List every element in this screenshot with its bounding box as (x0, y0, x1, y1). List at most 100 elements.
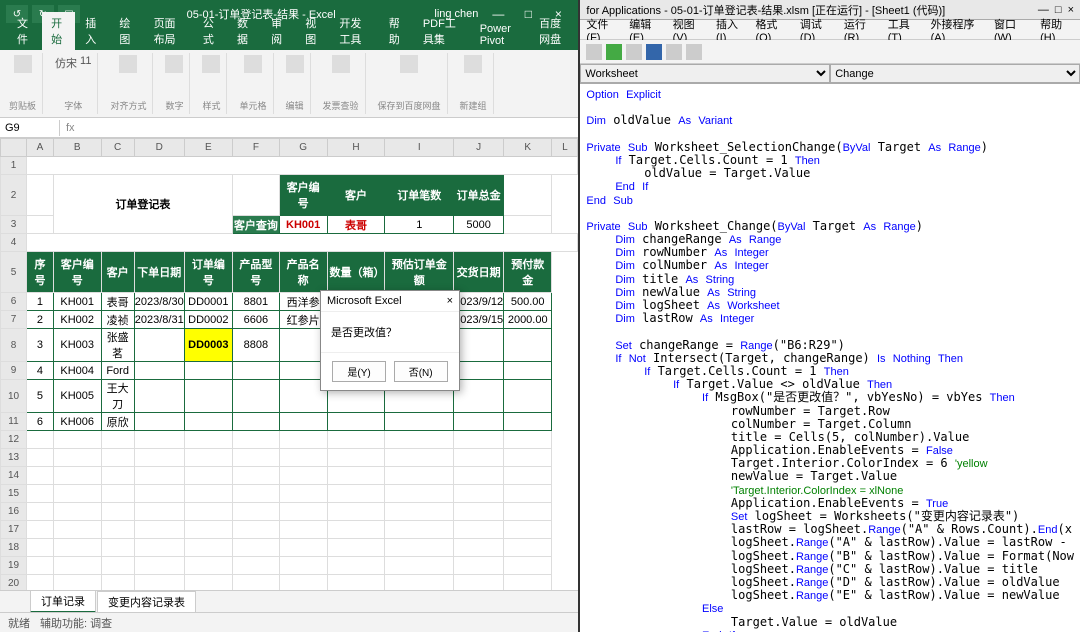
paste-icon[interactable] (14, 55, 32, 73)
data-cell[interactable] (454, 329, 504, 362)
empty-cell[interactable] (279, 521, 327, 539)
empty-cell[interactable] (232, 449, 279, 467)
empty-cell[interactable] (101, 485, 134, 503)
empty-cell[interactable] (327, 449, 385, 467)
data-cell[interactable]: KH001 (53, 293, 101, 311)
col-header[interactable]: L (552, 139, 578, 157)
data-cell[interactable]: KH005 (53, 380, 101, 413)
empty-cell[interactable] (184, 485, 232, 503)
empty-cell[interactable] (53, 431, 101, 449)
col-header[interactable]: G (279, 139, 327, 157)
empty-cell[interactable] (27, 503, 54, 521)
vba-tool-icon[interactable] (586, 44, 602, 60)
cells-icon[interactable] (244, 55, 262, 73)
data-cell[interactable] (504, 413, 552, 431)
data-cell[interactable]: DD0001 (184, 293, 232, 311)
empty-cell[interactable] (101, 521, 134, 539)
data-cell[interactable] (184, 362, 232, 380)
data-cell[interactable] (134, 413, 184, 431)
row-header[interactable]: 17 (1, 521, 27, 539)
empty-cell[interactable] (454, 539, 504, 557)
row-header[interactable]: 2 (1, 175, 27, 216)
align-icon[interactable] (119, 55, 137, 73)
lookup-val[interactable]: 5000 (454, 216, 504, 234)
empty-cell[interactable] (134, 575, 184, 591)
vba-stop-icon[interactable] (646, 44, 662, 60)
empty-cell[interactable] (184, 503, 232, 521)
empty-cell[interactable] (101, 557, 134, 575)
col-header[interactable]: C (101, 139, 134, 157)
empty-cell[interactable] (454, 521, 504, 539)
empty-cell[interactable] (134, 521, 184, 539)
empty-cell[interactable] (101, 503, 134, 521)
tab-insert[interactable]: 插入 (76, 12, 109, 50)
data-cell[interactable]: 凌祯 (101, 311, 134, 329)
empty-cell[interactable] (327, 557, 385, 575)
empty-cell[interactable] (454, 431, 504, 449)
empty-cell[interactable] (27, 485, 54, 503)
tab-powerpivot[interactable]: Power Pivot (471, 20, 529, 50)
empty-cell[interactable] (232, 557, 279, 575)
tab-pdf[interactable]: PDF工具集 (414, 12, 470, 50)
empty-cell[interactable] (184, 557, 232, 575)
sheet-tab[interactable]: 订单记录 (30, 590, 96, 613)
edit-icon[interactable] (286, 55, 304, 73)
empty-cell[interactable] (134, 557, 184, 575)
tab-file[interactable]: 文件 (8, 12, 41, 50)
data-cell[interactable]: 2000.00 (504, 311, 552, 329)
data-cell[interactable]: 2023/8/30 (134, 293, 184, 311)
col-header[interactable]: J (454, 139, 504, 157)
data-cell[interactable] (232, 413, 279, 431)
vba-tool-icon[interactable] (686, 44, 702, 60)
row-header[interactable]: 14 (1, 467, 27, 485)
row-header[interactable]: 10 (1, 380, 27, 413)
data-cell[interactable] (279, 413, 327, 431)
vba-proc-dropdown[interactable]: Change (830, 64, 1080, 83)
empty-cell[interactable] (27, 557, 54, 575)
msgbox-close-icon[interactable]: × (447, 295, 453, 307)
row-header[interactable]: 1 (1, 157, 27, 175)
empty-cell[interactable] (327, 521, 385, 539)
empty-cell[interactable] (53, 503, 101, 521)
row-header[interactable]: 9 (1, 362, 27, 380)
data-cell[interactable]: 原欣 (101, 413, 134, 431)
empty-cell[interactable] (53, 575, 101, 591)
empty-cell[interactable] (134, 539, 184, 557)
empty-cell[interactable] (327, 575, 385, 591)
tab-pagelayout[interactable]: 页面布局 (145, 12, 193, 50)
empty-cell[interactable] (504, 431, 552, 449)
data-cell[interactable] (134, 362, 184, 380)
data-cell[interactable]: 2023/9/15 (454, 311, 504, 329)
empty-cell[interactable] (101, 575, 134, 591)
empty-cell[interactable] (327, 431, 385, 449)
row-header[interactable]: 6 (1, 293, 27, 311)
empty-cell[interactable] (101, 449, 134, 467)
empty-cell[interactable] (232, 521, 279, 539)
empty-cell[interactable] (232, 431, 279, 449)
col-header[interactable]: I (385, 139, 454, 157)
row-header[interactable]: 4 (1, 234, 27, 252)
data-cell[interactable]: 8801 (232, 293, 279, 311)
empty-cell[interactable] (134, 485, 184, 503)
row-header[interactable]: 7 (1, 311, 27, 329)
empty-cell[interactable] (27, 521, 54, 539)
minimize-icon[interactable]: — (484, 7, 512, 21)
empty-cell[interactable] (454, 575, 504, 591)
data-cell[interactable] (385, 413, 454, 431)
empty-cell[interactable] (454, 557, 504, 575)
tab-formulas[interactable]: 公式 (194, 12, 227, 50)
empty-cell[interactable] (27, 575, 54, 591)
data-cell[interactable]: KH003 (53, 329, 101, 362)
vba-object-dropdown[interactable]: Worksheet (580, 64, 830, 83)
styles-icon[interactable] (202, 55, 220, 73)
vba-tool-icon[interactable] (666, 44, 682, 60)
row-header[interactable]: 13 (1, 449, 27, 467)
empty-cell[interactable] (53, 539, 101, 557)
empty-cell[interactable] (504, 467, 552, 485)
empty-cell[interactable] (27, 539, 54, 557)
empty-cell[interactable] (385, 557, 454, 575)
data-cell[interactable] (232, 362, 279, 380)
empty-cell[interactable] (184, 449, 232, 467)
col-header[interactable]: K (504, 139, 552, 157)
invoice-icon[interactable] (332, 55, 350, 73)
